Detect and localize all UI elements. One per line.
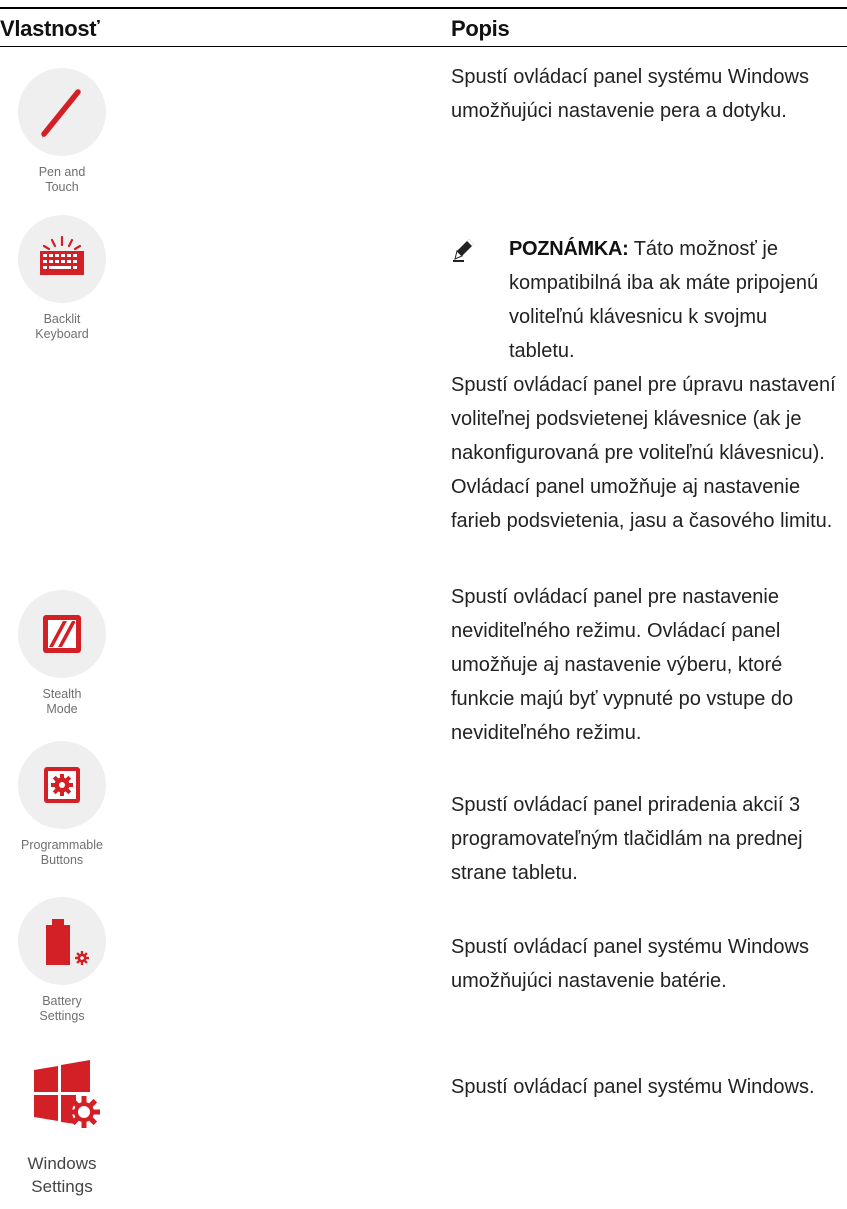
feature-caption: Battery Settings xyxy=(39,994,85,1023)
feature-caption: Windows Settings xyxy=(27,1154,97,1196)
description-windows-settings: Spustí ovládací panel systému Windows. xyxy=(451,1076,815,1098)
description-backlit-keyboard: Spustí ovládací panel pre úpravu nastave… xyxy=(451,374,836,532)
feature-battery-settings: Battery Settings xyxy=(0,897,124,1024)
pen-icon xyxy=(18,68,106,156)
programmable-buttons-icon xyxy=(18,741,106,829)
feature-stealth-mode: Stealth Mode xyxy=(0,590,124,717)
description-battery-settings: Spustí ovládací panel systému Windows um… xyxy=(451,936,809,992)
feature-pen-and-touch: Pen and Touch xyxy=(0,68,124,195)
feature-caption: Stealth Mode xyxy=(42,687,82,716)
description-stealth-mode: Spustí ovládací panel pre nastavenie nev… xyxy=(451,586,794,744)
feature-caption: Backlit Keyboard xyxy=(35,312,89,341)
note-label: POZNÁMKA: xyxy=(509,238,629,260)
feature-backlit-keyboard: Backlit Keyboard xyxy=(0,215,124,342)
feature-caption: Programmable Buttons xyxy=(21,838,103,867)
stealth-mode-icon xyxy=(18,590,106,678)
feature-programmable-buttons: Programmable Buttons xyxy=(0,741,124,868)
header-rule xyxy=(0,46,847,47)
top-rule xyxy=(0,7,847,9)
windows-settings-icon xyxy=(18,1052,106,1140)
pencil-note-icon xyxy=(453,239,474,262)
feature-caption: Pen and Touch xyxy=(38,165,86,194)
note-text: POZNÁMKA: Táto možnosť je kompatibilná i… xyxy=(509,232,834,368)
description-programmable-buttons: Spustí ovládací panel priradenia akcií 3… xyxy=(451,794,803,884)
description-pen-and-touch: Spustí ovládací panel systému Windows um… xyxy=(451,66,809,122)
backlit-keyboard-icon xyxy=(18,215,106,303)
column-header-feature: Vlastnosť xyxy=(0,16,100,41)
column-header-description: Popis xyxy=(451,16,510,41)
feature-windows-settings: Windows Settings xyxy=(0,1052,124,1198)
battery-settings-icon xyxy=(18,897,106,985)
